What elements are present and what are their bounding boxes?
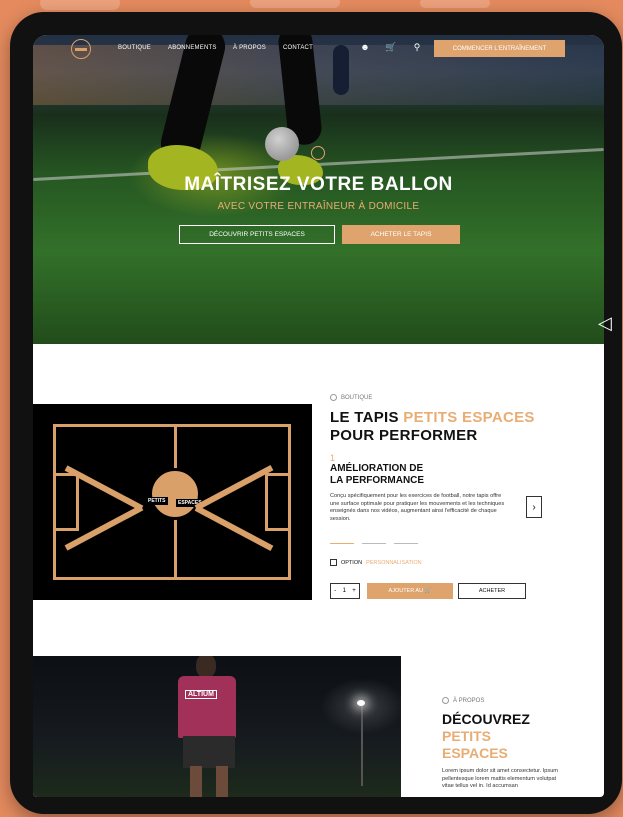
hero-subtitle: AVEC VOTRE ENTRAÎNEUR À DOMICILE bbox=[217, 201, 420, 212]
product-eyebrow: BOUTIQUE bbox=[330, 394, 590, 401]
feature-title: AMÉLIORATION DE LA PERFORMANCE bbox=[330, 463, 590, 487]
nav-link-boutique[interactable]: BOUTIQUE bbox=[118, 45, 151, 51]
about-image: ALTIUM bbox=[33, 656, 401, 797]
about-accent-line1: PETITS bbox=[442, 728, 492, 744]
player-shorts bbox=[183, 736, 235, 768]
bg-streak bbox=[420, 0, 490, 8]
mat-center-ball bbox=[149, 468, 201, 520]
brand-logo[interactable] bbox=[71, 39, 91, 59]
cart-icon[interactable]: 🛒 bbox=[385, 42, 396, 52]
mat-arrow bbox=[194, 505, 274, 552]
add-to-cart-button[interactable]: AJOUTER AU 🛒 bbox=[367, 583, 453, 599]
minus-icon[interactable]: - bbox=[334, 588, 336, 594]
mat-box-left bbox=[53, 473, 79, 531]
shirt-text: ALTIUM bbox=[185, 690, 217, 699]
mat-field: PETITS ESPACES bbox=[53, 424, 291, 580]
user-icon[interactable]: ☻ bbox=[360, 42, 370, 52]
product-title: LE TAPIS PETITS ESPACES POUR PERFORMER bbox=[330, 409, 590, 445]
mat-arrow bbox=[194, 464, 274, 511]
feature-title-line2: LA PERFORMANCE bbox=[330, 475, 425, 486]
pager-dot[interactable] bbox=[330, 543, 354, 544]
arrow-decoration-icon: ⇦ bbox=[561, 612, 575, 629]
add-label: AJOUTER AU bbox=[388, 588, 424, 594]
mat-label-left: PETITS bbox=[146, 497, 168, 505]
option-accent: PERSONNALISATION bbox=[366, 559, 422, 566]
about-text: Lorem ipsum dolor sit amet consectetur. … bbox=[442, 768, 558, 789]
hero-title: MAÎTRISEZ VOTRE BALLON bbox=[184, 174, 453, 195]
pager-dot[interactable] bbox=[394, 543, 418, 544]
top-nav: BOUTIQUE ABONNEMENTS À PROPOS CONTACT ☻ … bbox=[33, 35, 604, 63]
option-label: OPTION bbox=[341, 559, 363, 566]
player-shirt bbox=[178, 676, 236, 738]
bg-streak bbox=[250, 0, 340, 8]
light-pole bbox=[361, 706, 363, 786]
arrow-decoration-icon: ◁ bbox=[598, 313, 612, 333]
eyebrow-label: BOUTIQUE bbox=[341, 394, 373, 401]
about-accent-line2: ESPACES bbox=[442, 745, 508, 761]
title-part2: POUR PERFORMER bbox=[330, 427, 478, 444]
hero-section: BOUTIQUE ABONNEMENTS À PROPOS CONTACT ☻ … bbox=[33, 35, 604, 344]
personalization-checkbox[interactable] bbox=[330, 559, 337, 566]
mat-box-right bbox=[265, 473, 291, 531]
player-leg bbox=[190, 766, 202, 797]
about-title: DÉCOUVREZ bbox=[442, 711, 530, 727]
about-eyebrow-label: À PROPOS bbox=[453, 697, 485, 704]
next-feature-button[interactable]: › bbox=[526, 496, 542, 518]
product-info: BOUTIQUE LE TAPIS PETITS ESPACES POUR PE… bbox=[330, 394, 590, 599]
website-screen: BOUTIQUE ABONNEMENTS À PROPOS CONTACT ☻ … bbox=[33, 35, 604, 797]
about-eyebrow: À PROPOS bbox=[442, 697, 592, 704]
nav-link-abonnements[interactable]: ABONNEMENTS bbox=[168, 45, 217, 51]
pager-dot[interactable] bbox=[362, 543, 386, 544]
quantity-value: 1 bbox=[342, 588, 346, 594]
title-accent: PETITS ESPACES bbox=[403, 409, 535, 426]
title-part1: LE TAPIS bbox=[330, 409, 404, 426]
start-training-button[interactable]: COMMENCER L'ENTRAÎNEMENT bbox=[434, 40, 565, 57]
feature-text: Conçu spécifiquement pour les exercices … bbox=[330, 493, 505, 522]
quantity-stepper[interactable]: - 1 + bbox=[330, 583, 360, 599]
ball-icon bbox=[311, 146, 325, 160]
personalization-option[interactable]: OPTION PERSONNALISATION bbox=[330, 559, 422, 566]
feature-number: 1 bbox=[330, 453, 336, 463]
player-head bbox=[196, 656, 216, 678]
product-image: PETITS ESPACES bbox=[33, 404, 312, 600]
buy-mat-button[interactable]: ACHETER LE TAPIS bbox=[342, 225, 460, 244]
discover-button[interactable]: DÉCOUVRIR PETITS ESPACES bbox=[179, 225, 335, 244]
buy-now-button[interactable]: ACHETER bbox=[458, 583, 526, 599]
feature-title-line1: AMÉLIORATION DE bbox=[330, 463, 424, 474]
chevron-right-icon: › bbox=[532, 501, 536, 513]
cart-icon: 🛒 bbox=[424, 588, 432, 594]
eyebrow-icon bbox=[330, 394, 337, 401]
feature-pager bbox=[330, 543, 418, 544]
bg-streak bbox=[40, 0, 120, 10]
search-icon[interactable]: ⚲ bbox=[412, 42, 422, 52]
eyebrow-icon bbox=[442, 697, 449, 704]
plus-icon[interactable]: + bbox=[352, 588, 356, 594]
nav-link-contact[interactable]: CONTACT bbox=[283, 45, 313, 51]
stadium-light bbox=[357, 700, 365, 706]
about-info: À PROPOS DÉCOUVREZ PETITS ESPACES Lorem … bbox=[442, 697, 592, 791]
nav-link-a-propos[interactable]: À PROPOS bbox=[233, 45, 266, 51]
player-leg bbox=[216, 766, 228, 797]
